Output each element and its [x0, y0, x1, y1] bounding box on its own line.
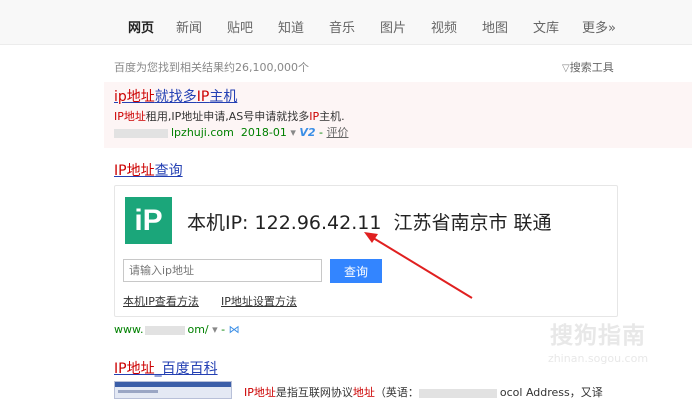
- local-ip-line: 本机IP: 122.96.42.11 江苏省南京市 联通: [187, 208, 552, 235]
- ip-lookup-card: iP 本机IP: 122.96.42.11 江苏省南京市 联通 查询 本机IP查…: [114, 185, 618, 317]
- chevron-down-icon[interactable]: ▾: [290, 126, 296, 139]
- baike-result-description: IP地址是指互联网协议地址（英语： ocol Address，又译: [244, 386, 603, 399]
- tab-news[interactable]: 新闻: [176, 17, 202, 36]
- ip-location: 江苏省南京市 联通: [393, 212, 552, 234]
- search-tools-label: 搜索工具: [569, 61, 614, 74]
- local-ip-value: 122.96.42.11: [254, 212, 382, 234]
- v2-badge-icon[interactable]: V2: [299, 126, 315, 139]
- ip-settings-method-link[interactable]: IP地址设置方法: [221, 293, 297, 309]
- tab-web[interactable]: 网页: [128, 17, 154, 36]
- sogou-watermark: 搜狗指南 zhinan.sogou.com: [547, 323, 649, 365]
- ad-result-description: IP地址租用,IP地址申请,AS号申请就找多IP主机.: [114, 110, 345, 123]
- baike-result-title[interactable]: IP地址_百度百科: [114, 358, 218, 378]
- baike-thumbnail[interactable]: [114, 381, 232, 399]
- eval-link[interactable]: 评价: [327, 126, 349, 139]
- local-ip-label: 本机IP:: [187, 212, 249, 234]
- ad-result: ip地址就找多IP主机 IP地址租用,IP地址申请,AS号申请就找多IP主机. …: [104, 82, 692, 148]
- ip-query-button[interactable]: 查询: [330, 259, 382, 283]
- tab-map[interactable]: 地图: [482, 17, 508, 36]
- tab-zhidao[interactable]: 知道: [278, 17, 304, 36]
- ad-result-url: lpzhuji.com 2018-01 ▾ V2 - 评价: [114, 124, 349, 140]
- chevron-down-icon[interactable]: ▾: [212, 323, 218, 336]
- blurred-region: [145, 325, 186, 335]
- funnel-icon: ▽: [562, 63, 570, 74]
- tab-wenku[interactable]: 文库: [533, 17, 559, 36]
- tab-video[interactable]: 视频: [431, 17, 457, 36]
- tab-music[interactable]: 音乐: [329, 17, 355, 36]
- tab-more[interactable]: 更多»: [582, 17, 616, 36]
- ip-lookup-url: www. om/ ▾ - ⋈: [114, 323, 240, 336]
- blurred-region: [114, 128, 168, 138]
- ip-search-input[interactable]: [123, 259, 322, 282]
- search-tabs-bar: 网页 新闻 贴吧 知道 音乐 图片 视频 地图 文库 更多»: [0, 0, 692, 45]
- ip-lookup-title[interactable]: IP地址查询: [114, 160, 183, 180]
- tab-images[interactable]: 图片: [380, 17, 406, 36]
- ad-result-title[interactable]: ip地址就找多IP主机: [114, 86, 237, 106]
- blurred-region: [418, 388, 497, 398]
- view-ip-method-link[interactable]: 本机IP查看方法: [123, 293, 199, 309]
- result-stats: 百度为您找到相关结果约26,100,000个: [114, 61, 309, 74]
- search-tools-button[interactable]: ▽搜索工具: [562, 59, 614, 75]
- ip-logo-icon: iP: [125, 197, 172, 244]
- bow-icon: ⋈: [228, 323, 240, 336]
- tab-tieba[interactable]: 贴吧: [227, 17, 253, 36]
